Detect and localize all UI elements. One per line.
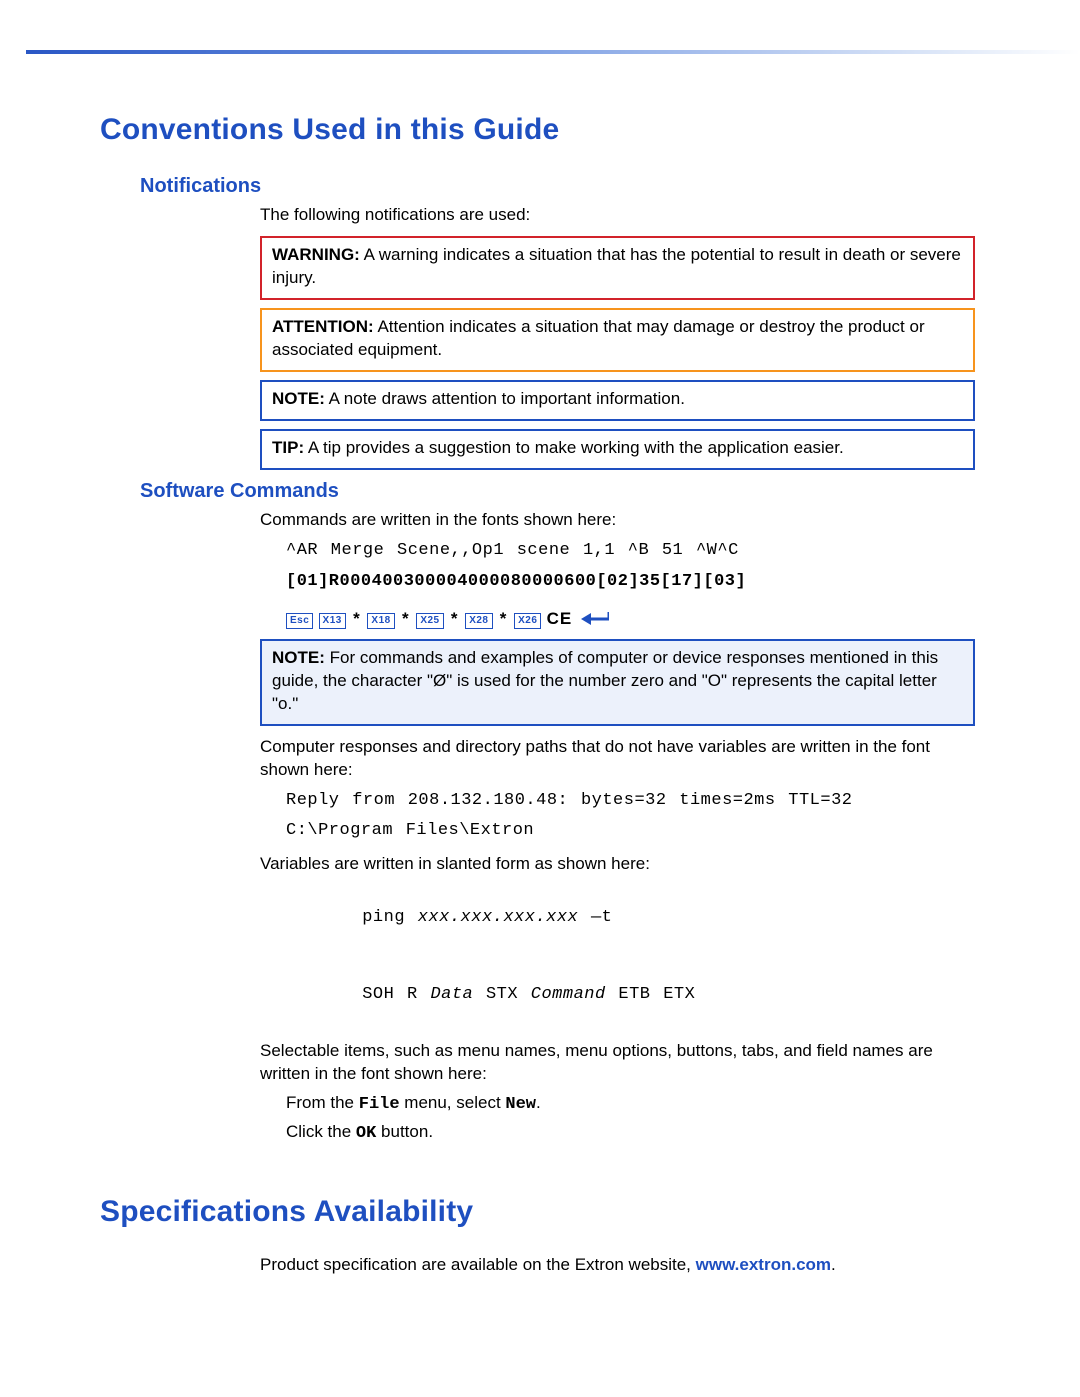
soh-part1: SOH R [362, 985, 430, 1004]
file-new-example: From the File menu, select New. [286, 1092, 975, 1117]
zero-oh-note: NOTE: For commands and examples of compu… [260, 639, 975, 726]
file-label: File [359, 1095, 400, 1114]
return-arrow-icon [581, 612, 609, 626]
top-gradient-rule [26, 50, 1080, 54]
attention-label: ATTENTION: [272, 317, 374, 336]
software-intro: Commands are written in the fonts shown … [260, 509, 975, 532]
warning-text: A warning indicates a situation that has… [272, 245, 961, 287]
responses-intro: Computer responses and directory paths t… [260, 736, 975, 782]
ping-prefix: ping [362, 908, 418, 927]
dot2: . [831, 1255, 836, 1274]
spec-text: Product specification are available on t… [260, 1255, 696, 1274]
notifications-block: The following notifications are used: WA… [260, 204, 975, 471]
soh-data: Data [430, 985, 473, 1004]
soh-line: SOH R Data STX Command ETB ETX [286, 961, 975, 1030]
dot1: . [536, 1093, 541, 1112]
keycap-x18: X18 [367, 613, 394, 629]
ping-line: ping xxx.xxx.xxx.xxx —t [286, 884, 975, 953]
note2-label: NOTE: [272, 648, 325, 667]
tip-callout: TIP: A tip provides a suggestion to make… [260, 429, 975, 470]
click-the: Click the [286, 1122, 356, 1141]
keycap-x25: X25 [416, 613, 443, 629]
keycap-x13: X13 [319, 613, 346, 629]
soh-mid: STX [473, 985, 531, 1004]
command-example-line: ^AR Merge Scene,,Op1 scene 1,1 ^B 51 ^W^… [286, 540, 975, 563]
warning-callout: WARNING: A warning indicates a situation… [260, 236, 975, 300]
tip-label: TIP: [272, 438, 304, 457]
ce-label: CE [547, 609, 573, 628]
note-text: A note draws attention to important info… [325, 389, 685, 408]
page-content: Conventions Used in this Guide Notificat… [0, 0, 1080, 1317]
hex-example-line: [01]R000400300004000080000600[02]35[17][… [286, 571, 975, 594]
warning-label: WARNING: [272, 245, 360, 264]
separator-star: * [400, 609, 411, 628]
note2-text: For commands and examples of computer or… [272, 648, 938, 713]
specifications-block: Product specification are available on t… [260, 1254, 975, 1277]
keycap-sequence: Esc X13 * X18 * X25 * X28 * X26 CE [286, 608, 975, 631]
software-commands-block: Commands are written in the fonts shown … [260, 509, 975, 1146]
subheading-notifications: Notifications [140, 173, 980, 200]
selectable-intro: Selectable items, such as menu names, me… [260, 1040, 975, 1086]
note-label: NOTE: [272, 389, 325, 408]
extron-link[interactable]: www.extron.com [696, 1255, 831, 1274]
soh-command: Command [531, 985, 606, 1004]
heading-specifications: Specifications Availability [100, 1192, 980, 1233]
separator-star: * [351, 609, 362, 628]
button-suffix: button. [376, 1122, 433, 1141]
path-line: C:\Program Files\Extron [286, 820, 975, 843]
specifications-body: Product specification are available on t… [260, 1254, 975, 1277]
soh-end: ETB ETX [606, 985, 696, 1004]
heading-conventions: Conventions Used in this Guide [100, 110, 980, 151]
ok-label: OK [356, 1124, 376, 1143]
notifications-intro: The following notifications are used: [260, 204, 975, 227]
from-the: From the [286, 1093, 359, 1112]
reply-line: Reply from 208.132.180.48: bytes=32 time… [286, 790, 975, 813]
ping-suffix: —t [578, 908, 612, 927]
separator-star: * [498, 609, 509, 628]
ping-variable: xxx.xxx.xxx.xxx [418, 908, 579, 927]
ok-button-example: Click the OK button. [286, 1121, 975, 1146]
attention-callout: ATTENTION: Attention indicates a situati… [260, 308, 975, 372]
keycap-x26: X26 [514, 613, 541, 629]
variables-intro: Variables are written in slanted form as… [260, 853, 975, 876]
separator-star: * [449, 609, 460, 628]
keycap-x28: X28 [465, 613, 492, 629]
menu-select: menu, select [400, 1093, 506, 1112]
new-label: New [505, 1095, 536, 1114]
note-callout: NOTE: A note draws attention to importan… [260, 380, 975, 421]
tip-text: A tip provides a suggestion to make work… [304, 438, 844, 457]
subheading-software-commands: Software Commands [140, 478, 980, 505]
keycap-esc: Esc [286, 613, 313, 629]
